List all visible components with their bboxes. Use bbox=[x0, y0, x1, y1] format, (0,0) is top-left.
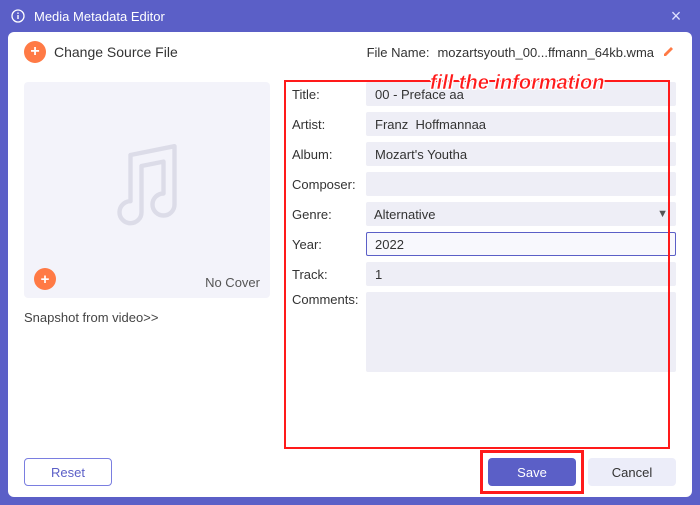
artist-row: Artist: bbox=[292, 112, 676, 136]
artist-input[interactable] bbox=[366, 112, 676, 136]
comments-input[interactable] bbox=[366, 292, 676, 372]
genre-value: Alternative bbox=[374, 207, 435, 222]
genre-label: Genre: bbox=[292, 207, 366, 222]
chevron-down-icon: ▼ bbox=[657, 208, 668, 220]
composer-row: Composer: bbox=[292, 172, 676, 196]
composer-label: Composer: bbox=[292, 177, 366, 192]
file-name-value: mozartsyouth_00...ffmann_64kb.wma bbox=[437, 45, 654, 60]
footer: Reset Save Cancel bbox=[8, 447, 692, 497]
reset-button[interactable]: Reset bbox=[24, 458, 112, 486]
comments-label: Comments: bbox=[292, 292, 366, 307]
album-row: Album: bbox=[292, 142, 676, 166]
year-label: Year: bbox=[292, 237, 366, 252]
window-title: Media Metadata Editor bbox=[34, 9, 165, 24]
file-name-label: File Name: bbox=[367, 45, 430, 60]
album-input[interactable] bbox=[366, 142, 676, 166]
cover-placeholder: + No Cover bbox=[24, 82, 270, 298]
title-row: Title: bbox=[292, 82, 676, 106]
title-label: Title: bbox=[292, 87, 366, 102]
artist-label: Artist: bbox=[292, 117, 366, 132]
album-label: Album: bbox=[292, 147, 366, 162]
comments-row: Comments: bbox=[292, 292, 676, 372]
track-label: Track: bbox=[292, 267, 366, 282]
no-cover-label: No Cover bbox=[205, 275, 260, 290]
year-input[interactable] bbox=[366, 232, 676, 256]
edit-filename-icon[interactable] bbox=[662, 44, 676, 61]
file-name-row: File Name: mozartsyouth_00...ffmann_64kb… bbox=[367, 44, 676, 61]
genre-select[interactable]: Alternative ▼ bbox=[366, 202, 676, 226]
save-highlight-box: Save bbox=[488, 458, 576, 486]
music-note-icon bbox=[92, 133, 202, 248]
titlebar: Media Metadata Editor × bbox=[0, 0, 700, 32]
form-column: Title: Artist: Album: Composer: Genre: A… bbox=[292, 82, 676, 447]
snapshot-link[interactable]: Snapshot from video>> bbox=[24, 310, 274, 325]
add-cover-button[interactable]: + bbox=[34, 268, 56, 290]
composer-input[interactable] bbox=[366, 172, 676, 196]
cancel-button[interactable]: Cancel bbox=[588, 458, 676, 486]
track-input[interactable] bbox=[366, 262, 676, 286]
year-row: Year: bbox=[292, 232, 676, 256]
genre-row: Genre: Alternative ▼ bbox=[292, 202, 676, 226]
title-input[interactable] bbox=[366, 82, 676, 106]
save-button[interactable]: Save bbox=[488, 458, 576, 486]
main-panel: + Change Source File File Name: mozartsy… bbox=[8, 32, 692, 497]
change-source-plus-icon[interactable]: + bbox=[24, 41, 46, 63]
info-icon bbox=[10, 8, 26, 24]
change-source-label[interactable]: Change Source File bbox=[54, 44, 178, 60]
content: + No Cover Snapshot from video>> Title: … bbox=[8, 72, 692, 447]
track-row: Track: bbox=[292, 262, 676, 286]
close-icon[interactable]: × bbox=[662, 6, 690, 27]
cover-column: + No Cover Snapshot from video>> bbox=[24, 82, 274, 447]
panel-header: + Change Source File File Name: mozartsy… bbox=[8, 32, 692, 72]
